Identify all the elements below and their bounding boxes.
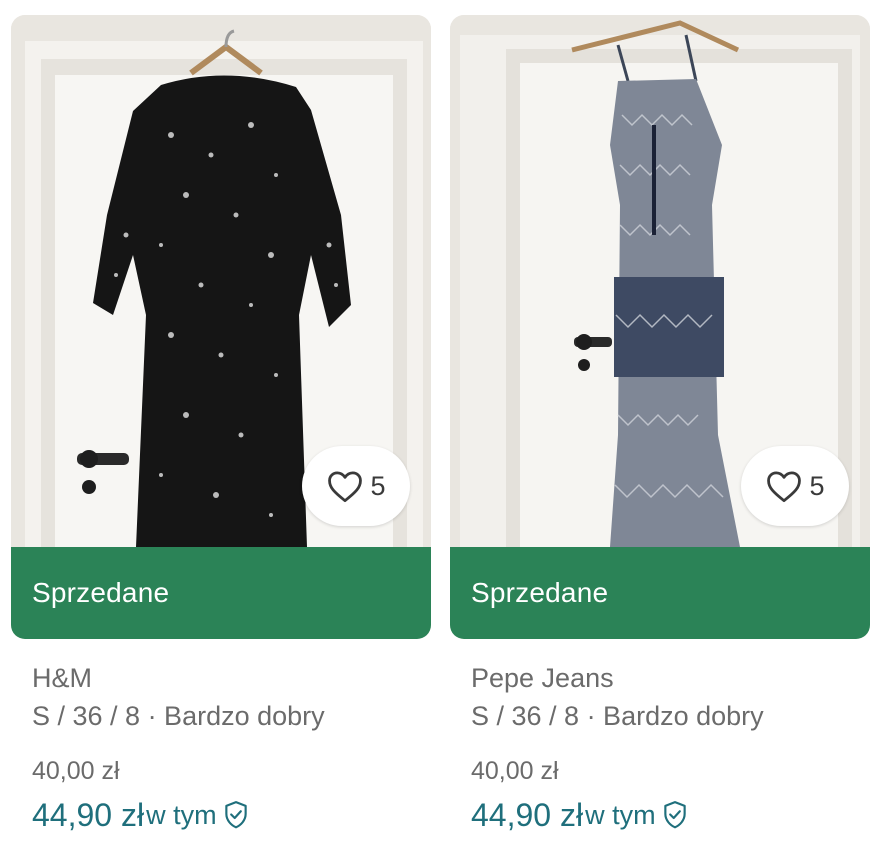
favorite-count: 5: [809, 470, 825, 501]
heart-outline-icon: [328, 471, 363, 503]
favorite-button[interactable]: 5: [741, 446, 849, 526]
sold-status-banner: Sprzedane: [450, 547, 870, 639]
product-size-condition: S / 36 / 8 · Bardzo dobry: [32, 701, 325, 731]
sold-status-banner: Sprzedane: [11, 547, 431, 639]
product-brand: H&M: [32, 663, 92, 693]
sold-status-label: Sprzedane: [471, 577, 609, 608]
product-photo-area[interactable]: 5 Sprzedane: [450, 15, 870, 639]
total-price: 44,90 zł: [32, 797, 145, 833]
shield-check-icon[interactable]: [662, 800, 688, 830]
product-brand: Pepe Jeans: [471, 663, 614, 693]
favorite-button[interactable]: 5: [302, 446, 410, 526]
heart-outline-icon: [767, 471, 802, 503]
price-with-buyer-protection[interactable]: 44,90 zł w tym: [32, 795, 431, 835]
product-size-condition: S / 36 / 8 · Bardzo dobry: [471, 701, 764, 731]
product-price: 40,00 zł: [471, 757, 559, 785]
protection-label: w tym: [585, 800, 656, 830]
product-info: H&M S / 36 / 8 · Bardzo dobry 40,00 zł 4…: [32, 661, 431, 835]
favorite-count: 5: [370, 470, 386, 501]
sold-status-label: Sprzedane: [32, 577, 170, 608]
product-photo-area[interactable]: 5 Sprzedane: [11, 15, 431, 639]
product-card[interactable]: 5 Sprzedane Pepe Jeans S / 36 / 8 · Bard…: [450, 15, 870, 845]
product-price: 40,00 zł: [32, 757, 120, 785]
shield-check-icon[interactable]: [223, 800, 249, 830]
product-card[interactable]: 5 Sprzedane H&M S / 36 / 8 · Bardzo dobr…: [11, 15, 431, 845]
total-price: 44,90 zł: [471, 797, 584, 833]
price-with-buyer-protection[interactable]: 44,90 zł w tym: [471, 795, 870, 835]
product-info: Pepe Jeans S / 36 / 8 · Bardzo dobry 40,…: [471, 661, 870, 835]
protection-label: w tym: [146, 800, 217, 830]
